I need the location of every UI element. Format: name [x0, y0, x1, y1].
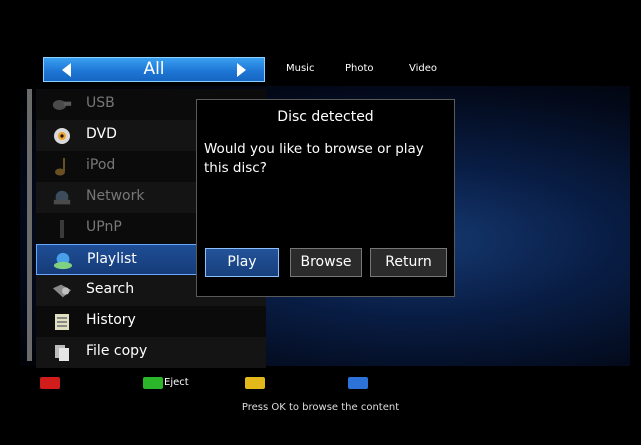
sidebar-item-label: File copy: [86, 343, 148, 359]
category-selector[interactable]: All: [43, 57, 265, 82]
sidebar-item-label: DVD: [86, 126, 117, 142]
tab-video[interactable]: Video: [409, 63, 437, 74]
upnp-icon: [52, 219, 72, 238]
media-player-screen: All Music Photo Video USB DVD iPod Netwo…: [0, 0, 641, 445]
tab-music[interactable]: Music: [286, 63, 314, 74]
network-icon: [52, 188, 72, 207]
green-key-icon[interactable]: [143, 377, 163, 389]
disc-icon: [52, 126, 72, 145]
playlist-icon: [53, 251, 73, 270]
usb-icon: [52, 95, 72, 114]
sidebar-item-label: Playlist: [87, 251, 137, 267]
dialog-title: Disc detected: [277, 109, 374, 125]
tab-photo[interactable]: Photo: [345, 63, 374, 74]
eject-label: Eject: [164, 377, 189, 388]
blue-key-icon[interactable]: [348, 377, 368, 389]
return-button[interactable]: Return: [370, 248, 447, 277]
search-icon: [52, 281, 72, 300]
disc-detected-dialog: Disc detected Would you like to browse o…: [196, 99, 455, 297]
scroll-indicator: [27, 89, 32, 361]
music-note-icon: [52, 157, 72, 176]
history-icon: [52, 312, 72, 331]
arrow-right-icon[interactable]: [237, 63, 246, 77]
sidebar-item-label: History: [86, 312, 136, 328]
category-selected-label: All: [143, 59, 165, 79]
sidebar-item-label: iPod: [86, 157, 116, 173]
sidebar-item-label: Network: [86, 188, 145, 204]
sidebar-item-label: UPnP: [86, 219, 122, 235]
sidebar-item-label: USB: [86, 95, 115, 111]
file-copy-icon: [52, 343, 72, 362]
sidebar-item-history[interactable]: History: [36, 306, 266, 337]
sidebar-item-file-copy[interactable]: File copy: [36, 337, 266, 368]
footer-hint: Press OK to browse the content: [241, 402, 400, 413]
dialog-message: Would you like to browse or play this di…: [204, 141, 424, 176]
play-button[interactable]: Play: [205, 248, 279, 277]
browse-button[interactable]: Browse: [290, 248, 362, 277]
yellow-key-icon[interactable]: [245, 377, 265, 389]
red-key-icon[interactable]: [40, 377, 60, 389]
sidebar-item-label: Search: [86, 281, 135, 297]
